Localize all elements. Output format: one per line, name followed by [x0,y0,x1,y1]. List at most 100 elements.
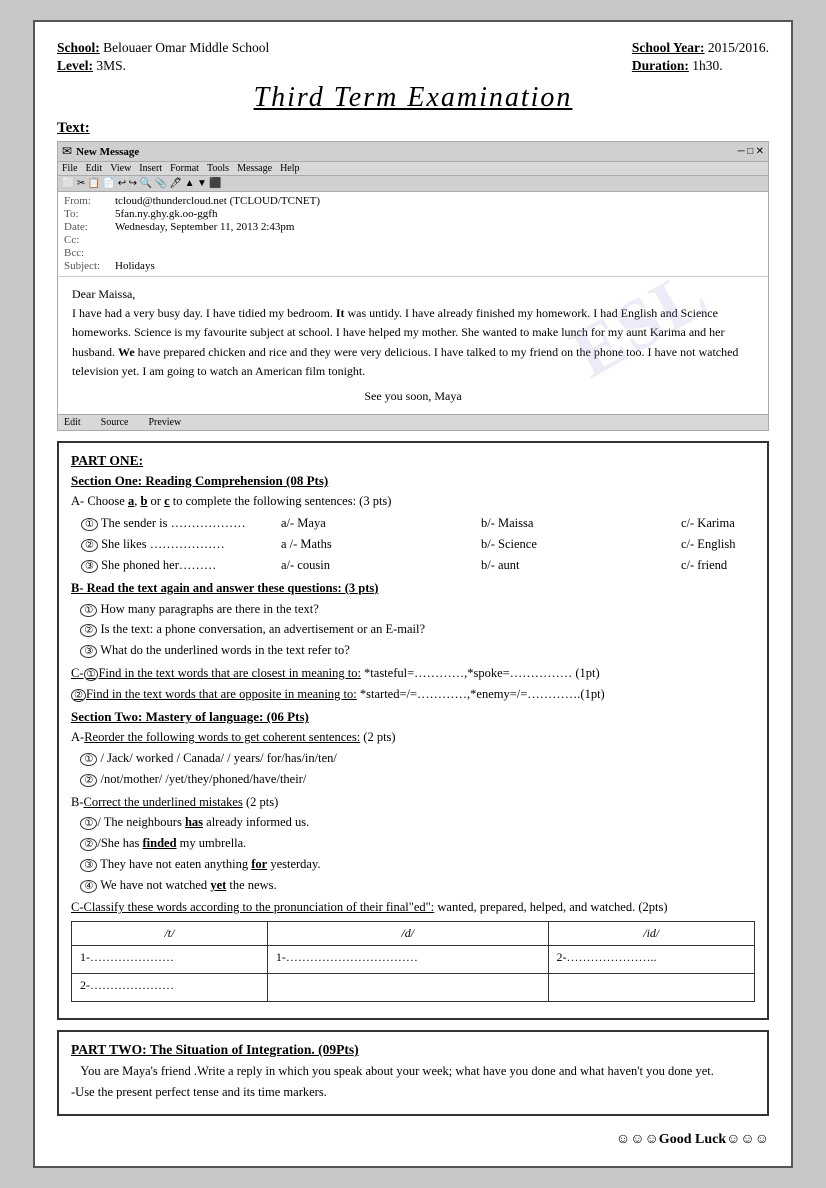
b2-q3: ③ They have not eaten anything for yeste… [71,855,755,874]
b2-instruction: B-Correct the underlined mistakes (2 pts… [71,793,755,812]
d-row2 [267,974,548,1002]
cc-field-row: Cc: [64,234,762,246]
part-one-heading: PART ONE: [71,453,755,469]
text-label: Text: [57,120,769,137]
col-t: /t/ [72,922,268,946]
duration-label: Duration: [632,58,689,73]
c2-instruction: C-Classify these words according to the … [71,898,755,917]
part-two-instr1-text: You are Maya's friend .Write a reply in … [80,1064,713,1078]
q2-stem: ② She likes ……………… [81,534,281,554]
menu-message: Message [237,163,272,174]
subject-field-row: Subject: Holidays [64,260,762,272]
email-box: ✉ New Message ─ □ ✕ File Edit View Inser… [57,141,769,431]
b-q3: ③ What do the underlined words in the te… [71,641,755,660]
menu-tools: Tools [207,163,229,174]
q2-b: b/- Science [481,534,681,554]
toolbar-icons: ⬜ ✂ 📋 📄 ↩ ↪ 🔍 📎 🖊 ▲ ▼ ⬛ [62,178,222,189]
c-q2: ②Find in the text words that are opposit… [71,685,755,704]
school-year-info: School Year: 2015/2016. [632,40,769,56]
c2-block: C-Classify these words according to the … [71,898,755,1002]
email-window-icon: ✉ [62,144,72,159]
reading-pts: (08 Pts) [283,473,329,488]
menu-view: View [110,163,131,174]
id-row1: 2-………………….. [548,946,755,974]
pronunciation-table: /t/ /d/ /id/ 1-………………… 1-…………………………… 2-…… [71,921,755,1002]
part-two-heading: PART TWO: The Situation of Integration. … [71,1042,755,1058]
t-row2: 2-………………… [72,974,268,1002]
bcc-label: Bcc: [64,247,109,259]
q1-b: b/- Maissa [481,513,681,533]
section-c-block: C-①Find in the text words that are close… [71,664,755,704]
header-info: School: Belouaer Omar Middle School Leve… [57,40,769,74]
d-row1: 1-…………………………… [267,946,548,974]
id-row2 [548,974,755,1002]
col-d: /d/ [267,922,548,946]
menu-help: Help [280,163,299,174]
b-instruction: B- Read the text again and answer these … [71,579,755,598]
title-area: Third Term Examination [57,82,769,114]
menu-file: File [62,163,78,174]
level-info: Level: 3MS. [57,58,269,74]
b-q1: ① How many paragraphs are there in the t… [71,600,755,619]
to-value: 5fan.ny.ghy.gk.oo-ggfh [115,208,217,220]
school-year-label: School Year: [632,40,705,55]
bcc-field-row: Bcc: [64,247,762,259]
level-value: 3MS. [96,58,126,73]
main-title: Third Term Examination [254,82,573,114]
part-two-instruction-1: You are Maya's friend .Write a reply in … [71,1062,755,1081]
header-left: School: Belouaer Omar Middle School Leve… [57,40,269,74]
to-label: To: [64,208,109,220]
email-body: Dear Maissa, I have had a very busy day.… [58,277,768,414]
window-controls: ─ □ ✕ [737,146,764,157]
date-value: Wednesday, September 11, 2013 2:43pm [115,221,294,233]
section-one-heading: Section One: Reading Comprehension (08 P… [71,473,755,489]
a2-block: A-Reorder the following words to get coh… [71,728,755,788]
mastery-pts: (06 Pts) [263,709,309,724]
menu-insert: Insert [139,163,162,174]
date-field-row: Date: Wednesday, September 11, 2013 2:43… [64,221,762,233]
q3-b: b/- aunt [481,555,681,575]
school-info: School: Belouaer Omar Middle School [57,40,269,56]
section-one-label: Section One: [71,473,145,488]
q3-row: ③ She phoned her……… a/- cousin b/- aunt … [81,555,755,575]
subject-label: Subject: [64,260,109,272]
a2-instruction: A-Reorder the following words to get coh… [71,728,755,747]
footer-tab-preview: Preview [148,417,181,428]
level-label: Level: [57,58,93,73]
q1-stem: ① The sender is ……………… [81,513,281,533]
email-menu-bar: File Edit View Insert Format Tools Messa… [58,162,768,176]
email-signoff: See you soon, Maya [72,387,754,406]
footer-tab-source: Source [101,417,129,428]
section-a-block: A- Choose a, b or c to complete the foll… [71,492,755,575]
q2-row: ② She likes ……………… a /- Maths b/- Scienc… [81,534,755,554]
email-toolbar: ✉ New Message ─ □ ✕ [58,142,768,162]
part-two-box: PART TWO: The Situation of Integration. … [57,1030,769,1116]
email-icon-bar: ⬜ ✂ 📋 📄 ↩ ↪ 🔍 📎 🖊 ▲ ▼ ⬛ [58,176,768,192]
a-instr-text: A- Choose a, b or c to complete the foll… [71,494,391,508]
from-value: tcloud@thundercloud.net (TCLOUD/TCNET) [115,195,320,207]
section-two-label: Section Two: [71,709,146,724]
part-two-instruction-2: -Use the present perfect tense and its t… [71,1083,755,1102]
exam-page: ESL School: Belouaer Omar Middle School … [33,20,793,1168]
from-field-row: From: tcloud@thundercloud.net (TCLOUD/TC… [64,195,762,207]
b2-q4: ④ We have not watched yet the news. [71,876,755,895]
email-salutation: Dear Maissa, [72,285,754,304]
school-label: School: [57,40,100,55]
duration-value: 1h30. [692,58,722,73]
q1-row: ① The sender is ……………… a/- Maya b/- Mais… [81,513,755,533]
q3-c: c/- friend [681,555,826,575]
b2-block: B-Correct the underlined mistakes (2 pts… [71,793,755,895]
q1-c: c/- Karima [681,513,826,533]
school-name: Belouaer Omar Middle School [103,40,269,55]
date-label: Date: [64,221,109,233]
a-instruction: A- Choose a, b or c to complete the foll… [71,492,755,511]
header-right: School Year: 2015/2016. Duration: 1h30. [632,40,769,74]
menu-edit: Edit [86,163,103,174]
q2-c: c/- English [681,534,826,554]
email-window-title: New Message [76,146,139,158]
reading-comp-label: Reading Comprehension [145,473,282,488]
to-field-row: To: 5fan.ny.ghy.gk.oo-ggfh [64,208,762,220]
section-two-heading: Section Two: Mastery of language: (06 Pt… [71,709,755,725]
duration-info: Duration: 1h30. [632,58,769,74]
c-q1: C-①Find in the text words that are close… [71,664,755,683]
